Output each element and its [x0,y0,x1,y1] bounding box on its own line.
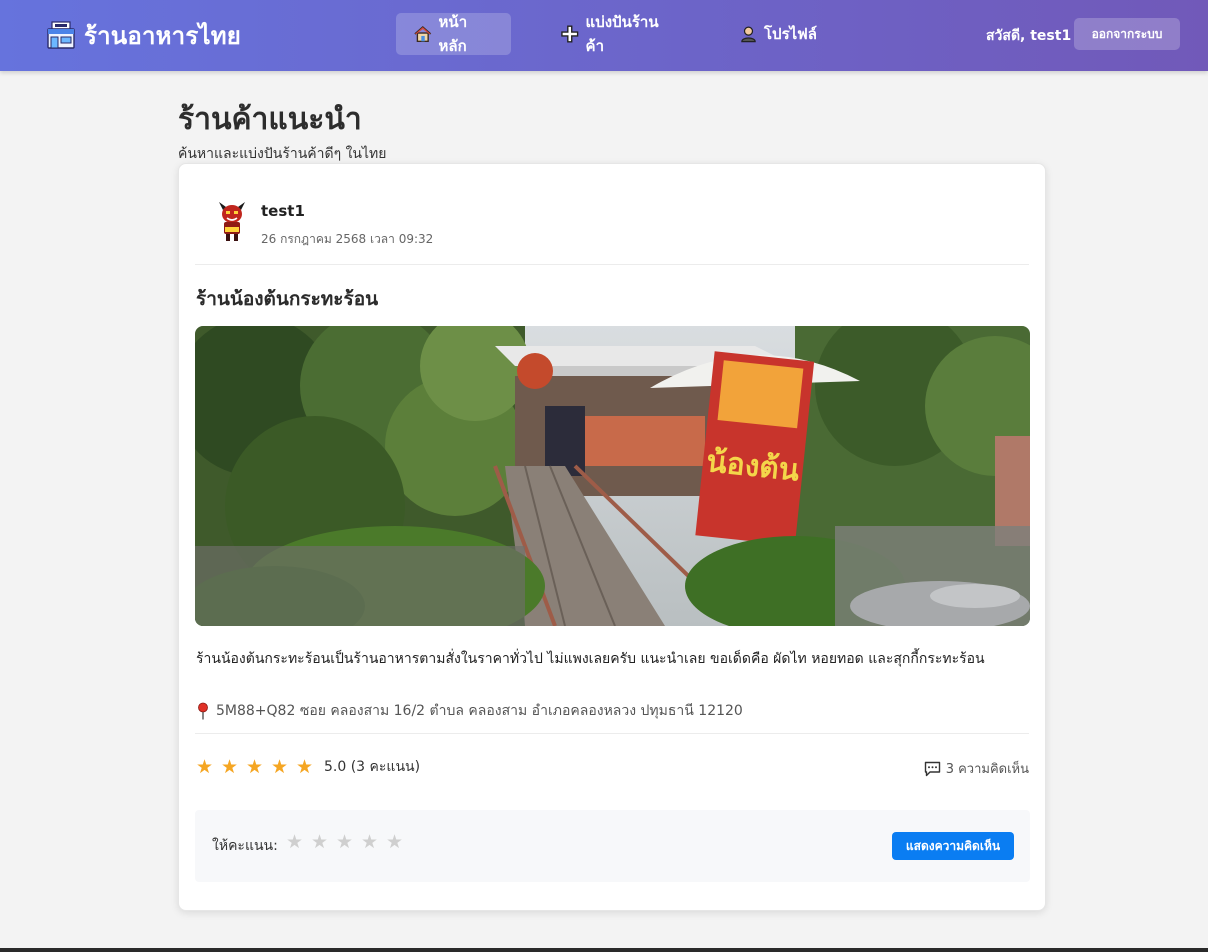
nav-home-label: หน้าหลัก [438,13,468,55]
plus-icon [561,25,579,43]
nav-share-shop[interactable]: แบ่งปันร้านค้า [543,13,692,55]
star-icon: ★ [220,756,239,778]
shop-icon [47,21,75,49]
avatar[interactable] [215,200,249,242]
divider [195,264,1029,265]
rating-text: 5.0 (3 คะแนน) [324,759,421,775]
star-icon: ★ [245,756,264,778]
comment-count[interactable]: 3 ความคิดเห็น [924,758,1029,779]
nav-profile[interactable]: โปรไฟล์ [722,13,834,55]
user-greeting: สวัสดี, test1 [986,28,1072,44]
address-text: 5M88+Q82 ซอย คลองสาม 16/2 ตำบล คลองสาม อ… [216,703,743,719]
page-subtitle: ค้นหาและแบ่งปันร้านค้าดีๆ ในไทย [178,146,387,162]
comment-count-text: 3 ความคิดเห็น [945,762,1029,777]
rate-stars: ★ ★ ★ ★ ★ [285,831,404,853]
star-icon: ★ [195,756,214,778]
post-author[interactable]: test1 [261,202,305,220]
page-title: ร้านค้าแนะนำ [178,102,362,137]
rate-label: ให้คะแนน: [212,838,278,854]
brand[interactable]: ร้านอาหารไทย [46,20,241,50]
rate-panel: ให้คะแนน: ★ ★ ★ ★ ★ แสดงความคิดเห็น [195,810,1030,882]
rate-star-2[interactable]: ★ [310,831,329,853]
divider [195,733,1029,734]
average-rating: ★ ★ ★ ★ ★ 5.0 (3 คะแนน) [195,756,420,778]
show-comments-button[interactable]: แสดงความคิดเห็น [892,832,1014,860]
star-icon: ★ [270,756,289,778]
shop-post-card: test1 26 กรกฎาคม 2568 เวลา 09:32 ร้านน้อ… [178,163,1046,911]
house-icon [414,25,432,43]
bottom-edge [0,948,1208,952]
rate-star-1[interactable]: ★ [285,831,304,853]
nav-profile-label: โปรไฟล์ [764,25,817,43]
rate-star-5[interactable]: ★ [385,831,404,853]
star-icon: ★ [295,756,314,778]
shop-description: ร้านน้องต้นกระทะร้อนเป็นร้านอาหารตามสั่ง… [196,651,985,667]
nav-home[interactable]: หน้าหลัก [396,13,511,55]
shop-name: ร้านน้องต้นกระทะร้อน [196,288,379,310]
post-date: 26 กรกฎาคม 2568 เวลา 09:32 [261,232,434,246]
rate-star-4[interactable]: ★ [360,831,379,853]
logout-button[interactable]: ออกจากระบบ [1074,18,1180,50]
brand-name: ร้านอาหารไทย [84,21,242,50]
shop-photo[interactable]: น้องต้น [195,326,1030,626]
user-icon [741,26,756,43]
speech-bubble-icon [924,761,940,776]
pushpin-icon [198,702,208,720]
shop-address[interactable]: 5M88+Q82 ซอย คลองสาม 16/2 ตำบล คลองสาม อ… [196,700,743,722]
nav-share-shop-label: แบ่งปันร้านค้า [585,13,659,55]
top-navbar: ร้านอาหารไทย หน้าหลัก แบ่งปันร้านค้า โปร… [0,0,1208,71]
rate-star-3[interactable]: ★ [335,831,354,853]
